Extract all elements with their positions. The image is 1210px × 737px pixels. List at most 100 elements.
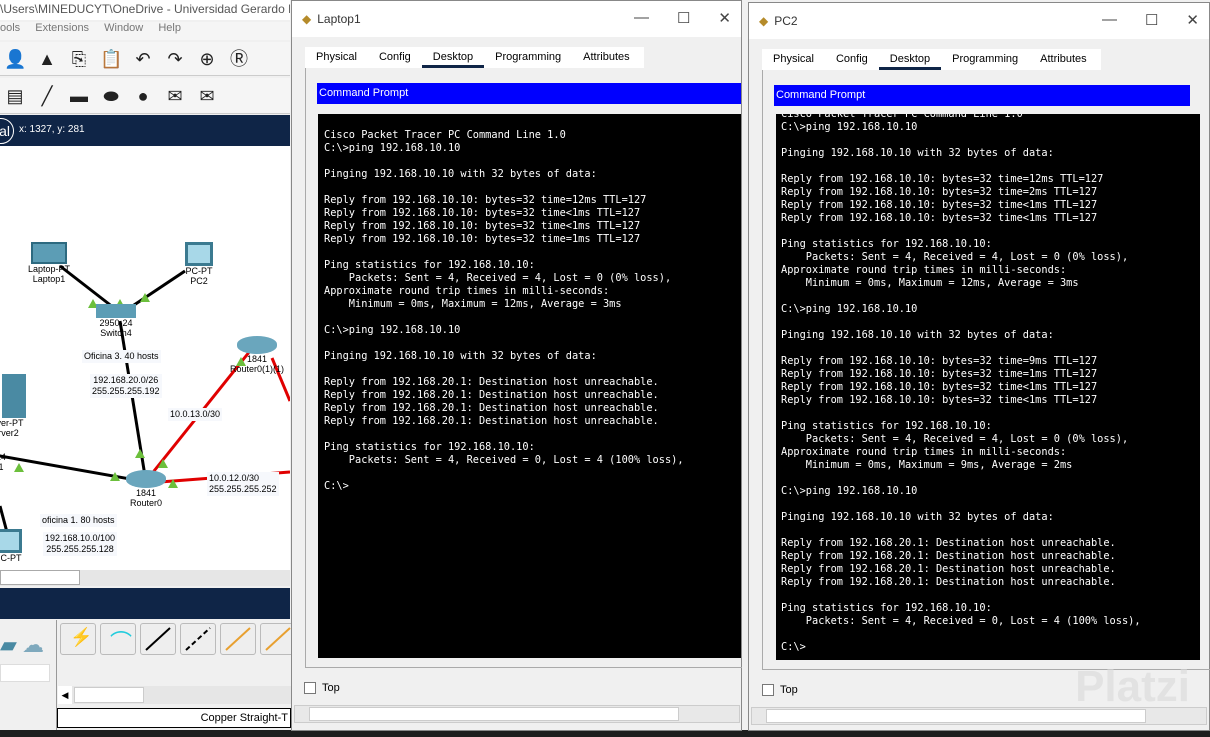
minimize-button[interactable]: — xyxy=(1102,11,1117,29)
app-icon: ◆ xyxy=(302,12,312,26)
top-label: Top xyxy=(322,682,340,694)
tab-desktop[interactable]: Desktop xyxy=(878,49,942,70)
tab-programming[interactable]: Programming xyxy=(941,49,1029,70)
router1-device[interactable]: 1841 Router0(1)(1) xyxy=(230,336,284,374)
redo-icon[interactable]: ↷ xyxy=(164,48,186,70)
ellipse-icon[interactable]: ⬬ xyxy=(100,85,122,107)
tab-physical[interactable]: Physical xyxy=(762,49,825,70)
checkbox[interactable] xyxy=(762,684,774,696)
tab-desktop[interactable]: Desktop xyxy=(421,47,485,68)
device-name: Router0 xyxy=(129,498,163,508)
laptop1-terminal[interactable]: Cisco Packet Tracer PC Command Line 1.0 … xyxy=(318,114,741,658)
checkbox[interactable] xyxy=(304,682,316,694)
connections-scrollbar[interactable]: ◀ xyxy=(58,686,291,704)
device-name: Switch4 xyxy=(100,328,132,338)
menu-extensions[interactable]: Extensions xyxy=(35,22,89,34)
top-checkbox[interactable]: Top xyxy=(304,682,340,694)
device-panel: ▰ ☁ ⚡ ⌒ ◀ Copper Straight-T xyxy=(0,620,296,730)
line-icon[interactable]: ╱ xyxy=(36,85,58,107)
undo-icon[interactable]: ↶ xyxy=(132,48,154,70)
user-icon[interactable]: 👤 xyxy=(4,48,26,70)
laptop-icon xyxy=(31,242,68,264)
tab-physical[interactable]: Physical xyxy=(305,47,368,68)
add-pdu-icon[interactable]: ✉ xyxy=(164,85,186,107)
close-button[interactable]: ✕ xyxy=(1186,11,1199,29)
laptop1-hscrollbar[interactable] xyxy=(294,705,740,723)
fiber-s-icon[interactable] xyxy=(220,623,256,655)
server2-device[interactable]: Server-PTServer2 xyxy=(0,374,26,438)
menu-help[interactable]: Help xyxy=(158,22,181,34)
menu-tools[interactable]: ools xyxy=(0,22,20,34)
top-label: Top xyxy=(780,684,798,696)
tab-programming[interactable]: Programming xyxy=(484,47,572,68)
laptop1-window: ◆ Laptop1 — ☐ ✕ Physical Config Desktop Pro… xyxy=(291,0,742,731)
palette-icon[interactable]: ▲ xyxy=(36,48,58,70)
device-name: Server2 xyxy=(0,428,19,438)
device-name: Router0(1)(1) xyxy=(230,364,285,374)
device-type: 1841 xyxy=(247,354,268,364)
canvas-scrollbar[interactable] xyxy=(0,570,290,586)
note-link-13: 10.0.13.0/30 xyxy=(168,408,223,421)
device-search[interactable] xyxy=(0,664,50,682)
copper-straight-icon[interactable] xyxy=(140,623,176,655)
zoom-reset-icon[interactable]: Ⓡ xyxy=(228,48,250,70)
command-prompt-header: Command Prompt xyxy=(317,83,741,104)
close-button[interactable]: ✕ xyxy=(718,9,731,27)
laptop1-device[interactable]: Laptop-PT Laptop1 xyxy=(28,242,70,284)
device-type: Server-PT xyxy=(0,418,24,428)
complex-pdu-icon[interactable]: ✉ xyxy=(196,85,218,107)
switch-icon xyxy=(96,304,136,318)
cursor-coords: x: 1327, y: 281 xyxy=(19,124,85,135)
auto-connection-icon[interactable]: ⚡ xyxy=(60,623,96,655)
device-type: 1841 xyxy=(135,488,157,498)
maximize-button[interactable]: ☐ xyxy=(677,9,690,27)
paste-icon[interactable]: 📋 xyxy=(100,48,122,70)
terminal-text: Cisco Packet Tracer PC Command Line 1.0 … xyxy=(781,114,1141,653)
maximize-button[interactable]: ☐ xyxy=(1145,11,1158,29)
folder-icon[interactable]: ▰ xyxy=(0,632,17,658)
top-checkbox[interactable]: Top xyxy=(762,684,798,696)
menu-window[interactable]: Window xyxy=(104,22,143,34)
pc2-tabs: Physical Config Desktop Programming Attr… xyxy=(762,49,1101,70)
window-title: PC2 xyxy=(774,14,798,28)
workspace-bar: al x: 1327, y: 281 xyxy=(0,115,290,146)
scroll-left-icon[interactable]: ◀ xyxy=(58,686,72,704)
tab-attributes[interactable]: Attributes xyxy=(572,47,640,68)
zoom-in-icon[interactable]: ⊕ xyxy=(196,48,218,70)
device-name: PC2 xyxy=(190,276,208,286)
pc2-terminal[interactable]: Cisco Packet Tracer PC Command Line 1.0 … xyxy=(776,114,1200,660)
connections-panel: ⚡ ⌒ ◀ Copper Straight-T xyxy=(56,620,296,730)
switch4-device[interactable]: 2950-24 Switch4 xyxy=(96,304,136,338)
device-type: Laptop-PT xyxy=(28,264,71,274)
switch1-device[interactable]: 241 xyxy=(0,452,6,472)
tab-attributes[interactable]: Attributes xyxy=(1029,49,1097,70)
note-icon[interactable]: ▤ xyxy=(4,85,26,107)
minimize-button[interactable]: — xyxy=(634,9,649,27)
copy-icon[interactable]: ⎘ xyxy=(68,48,90,70)
note-oficina1: oficina 1. 80 hosts xyxy=(40,514,117,527)
note-subnet-20: 192.168.20.0/26 255.255.255.192 xyxy=(90,374,162,398)
main-toolbar: 👤 ▲ ⎘ 📋 ↶ ↷ ⊕ Ⓡ xyxy=(0,42,290,76)
console-cable-icon[interactable]: ⌒ xyxy=(100,623,136,655)
device-type: PC-PT xyxy=(0,553,22,563)
freeform-icon[interactable]: ● xyxy=(132,85,154,107)
pc-icon xyxy=(0,529,22,553)
rectangle-icon[interactable]: ▬ xyxy=(68,85,90,107)
tab-config[interactable]: Config xyxy=(825,49,879,70)
copper-cross-icon[interactable] xyxy=(180,623,216,655)
window-title: Laptop1 xyxy=(317,12,361,26)
logical-mode-button[interactable]: al xyxy=(0,118,14,144)
pc2-window: ◆ PC2 — ☐ ✕ Physical Config Desktop Program… xyxy=(748,2,1210,731)
router0-device[interactable]: 1841 Router0 xyxy=(126,470,166,508)
note-oficina3: Oficina 3. 40 hosts xyxy=(82,350,161,363)
pc-device[interactable]: PC-PT xyxy=(0,529,22,563)
topology-canvas[interactable]: Laptop-PT Laptop1 PC-PT PC2 2950-24 Switch4… xyxy=(0,146,290,570)
device-type: PC-PT xyxy=(185,266,213,276)
pc2-device[interactable]: PC-PT PC2 xyxy=(185,242,213,286)
drawing-toolbar: ▤ ╱ ▬ ⬬ ● ✉ ✉ xyxy=(0,78,290,114)
tab-config[interactable]: Config xyxy=(368,47,422,68)
cloud-icon[interactable]: ☁ xyxy=(22,632,44,658)
command-prompt-header: Command Prompt xyxy=(774,85,1190,106)
app-icon: ◆ xyxy=(759,14,769,28)
laptop1-tabs: Physical Config Desktop Programming Attr… xyxy=(305,47,644,68)
